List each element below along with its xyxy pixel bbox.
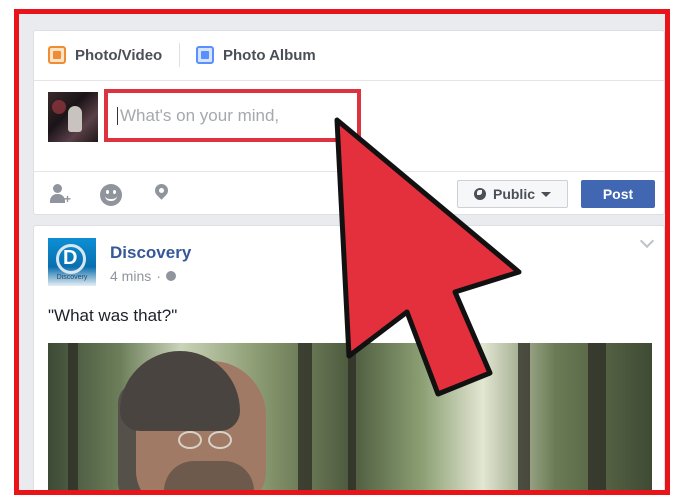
tab-divider xyxy=(179,43,180,67)
photo-video-icon xyxy=(48,46,66,64)
avatar-figure xyxy=(68,106,82,132)
audience-globe-icon xyxy=(165,271,176,281)
feeling-icon[interactable] xyxy=(100,184,122,206)
feeling-icon-mouth xyxy=(105,196,117,201)
post-composer: Photo/Video Photo Album What's on your m… xyxy=(33,30,665,215)
post-timestamp: 4 mins · xyxy=(110,268,176,284)
feeling-icon-eye-right xyxy=(113,190,116,194)
text-caret xyxy=(117,106,118,125)
tag-icon-plus: + xyxy=(64,192,72,206)
feeling-icon-eye-left xyxy=(106,190,109,194)
globe-icon xyxy=(473,188,486,200)
location-icon[interactable] xyxy=(152,181,174,206)
tree-trunk xyxy=(518,343,530,490)
tab-photo-album[interactable]: Photo Album xyxy=(196,44,316,66)
glasses-lens-right xyxy=(208,431,232,449)
tab-photo-album-label: Photo Album xyxy=(223,46,316,64)
post-photo[interactable] xyxy=(48,343,652,490)
time-separator: · xyxy=(156,268,161,284)
caret-down-icon xyxy=(541,191,551,197)
logo-letter: D xyxy=(63,247,78,269)
tag-icon-body xyxy=(50,194,65,203)
tab-photo-video[interactable]: Photo/Video xyxy=(48,44,162,66)
tree-trunk xyxy=(348,343,356,490)
location-icon-dot xyxy=(159,188,164,193)
status-input[interactable]: What's on your mind, xyxy=(104,89,361,142)
avatar-glow xyxy=(52,100,66,114)
discovery-logo-avatar[interactable]: D Discovery xyxy=(48,238,96,286)
tree-trunk xyxy=(298,343,312,490)
tab-photo-video-label: Photo/Video xyxy=(75,46,163,64)
post-options-chevron-icon[interactable] xyxy=(639,233,655,249)
feed-post: D Discovery Discovery 4 mins · "What was… xyxy=(33,225,665,490)
user-avatar[interactable] xyxy=(48,92,98,142)
post-time-text[interactable]: 4 mins xyxy=(110,268,151,284)
post-button[interactable]: Post xyxy=(581,180,655,208)
composer-actions: + xyxy=(34,171,664,214)
avatar-text: Discovery xyxy=(56,274,88,281)
tree-trunk xyxy=(588,343,606,490)
privacy-label: Public xyxy=(492,186,535,202)
glasses-lens-left xyxy=(178,431,202,449)
photo-album-icon xyxy=(196,46,214,64)
post-text: "What was that?" xyxy=(48,306,178,325)
page-name-link[interactable]: Discovery xyxy=(110,243,191,263)
privacy-selector-button[interactable]: Public xyxy=(457,180,568,208)
tag-friends-icon[interactable]: + xyxy=(50,184,72,206)
highlight-frame: Photo/Video Photo Album What's on your m… xyxy=(14,9,670,495)
tag-icon-head xyxy=(53,184,62,193)
status-placeholder: What's on your mind, xyxy=(120,105,280,125)
man-beard xyxy=(164,461,254,490)
composer-tabs: Photo/Video Photo Album xyxy=(34,31,664,81)
tree-trunk xyxy=(68,343,78,490)
